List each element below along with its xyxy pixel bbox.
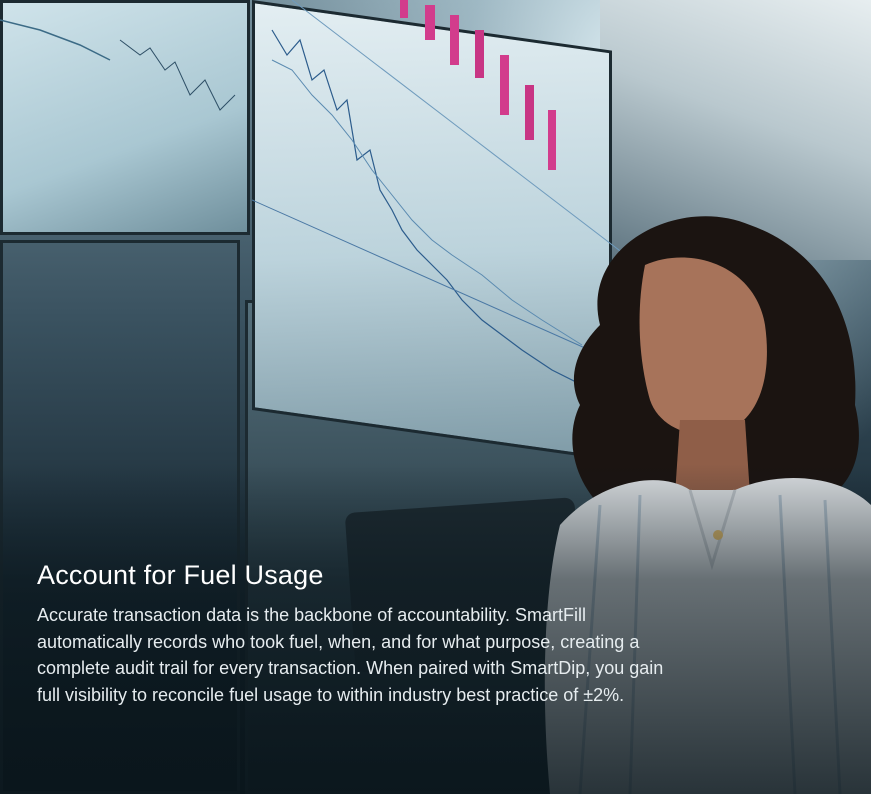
stock-chart-graphic (0, 19, 236, 111)
bar-chart-graphic (400, 0, 556, 170)
hero-banner: Account for Fuel Usage Accurate transact… (0, 0, 871, 794)
hero-text-block: Account for Fuel Usage Accurate transact… (37, 558, 677, 708)
hero-description: Accurate transaction data is the backbon… (37, 605, 664, 705)
hero-title: Account for Fuel Usage (37, 560, 324, 590)
